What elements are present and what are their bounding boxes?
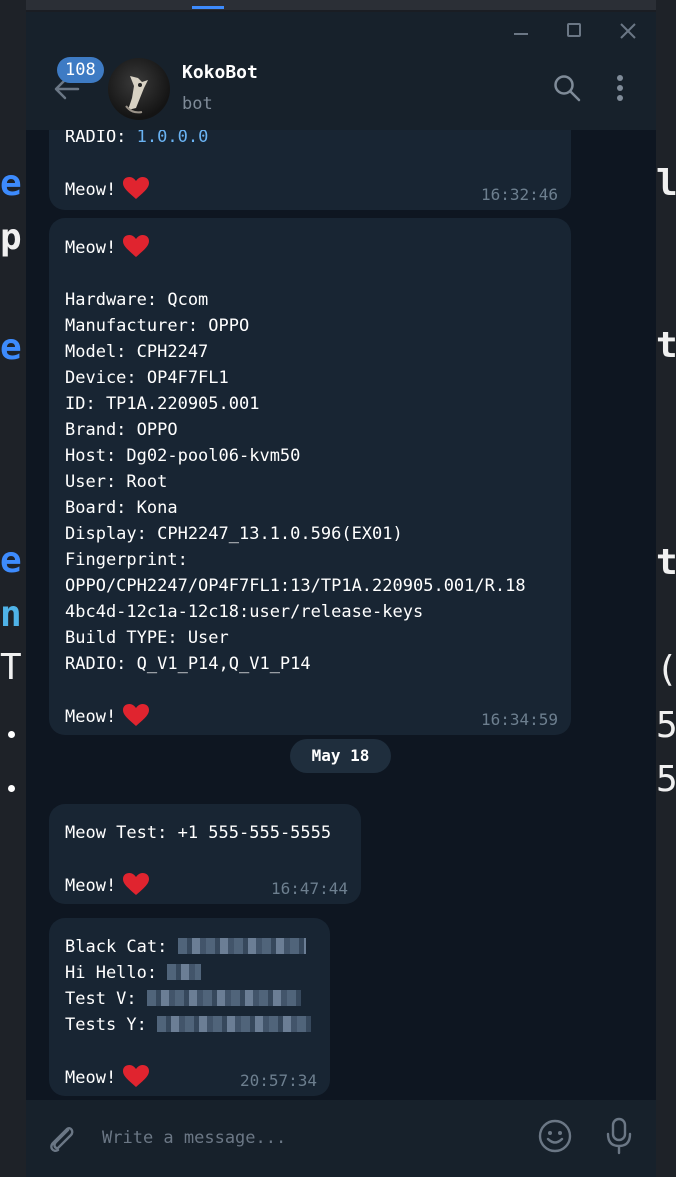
maximize-icon [567, 23, 581, 37]
message-line: Meow! [65, 707, 117, 727]
emoji-button[interactable] [537, 1118, 573, 1154]
background-text-fragment: ( [656, 649, 676, 690]
smiley-icon [538, 1119, 572, 1153]
background-window-right: l t t ( 5 5 [656, 0, 676, 1177]
attach-button[interactable] [44, 1120, 80, 1156]
message-line: RADIO: [65, 130, 137, 147]
search-icon [554, 75, 581, 102]
more-vertical-icon [617, 75, 623, 101]
background-text-fragment: n [0, 594, 22, 635]
message-bubble[interactable]: Black Cat: Hi Hello: Test V: Tests Y: Me… [49, 918, 330, 1096]
message-bubble[interactable]: RADIO: 1.0.0.0 Meow! 16:32:46 [49, 130, 571, 210]
phone-number[interactable]: +1 555-555-5555 [178, 823, 332, 843]
close-button[interactable] [617, 20, 639, 42]
message-line: Meow Test: [65, 823, 178, 843]
message-time: 16:34:59 [480, 710, 558, 729]
message-line: Tests Y: [65, 1015, 158, 1035]
title-bar [26, 12, 656, 50]
heart-icon [123, 177, 150, 199]
background-text-fragment: e [0, 327, 22, 368]
microphone-icon [606, 1117, 632, 1155]
voice-message-button[interactable] [604, 1116, 634, 1156]
message-bubble[interactable]: Meow Test: +1 555-555-5555 Meow! 16:47:4… [49, 804, 361, 904]
message-time: 16:32:46 [480, 185, 558, 204]
message-line: Meow! [65, 180, 117, 200]
background-text-fragment: e [0, 540, 22, 581]
message-time: 16:47:44 [270, 879, 348, 898]
background-tab-strip [0, 0, 676, 10]
background-text-fragment: l [656, 163, 676, 204]
message-line: Black Cat: [65, 937, 178, 957]
maximize-button[interactable] [563, 20, 585, 42]
message-line: Test V: [65, 989, 147, 1009]
message-list[interactable]: RADIO: 1.0.0.0 Meow! 16:32:46 Meow! Hard… [26, 130, 656, 1100]
redacted-value [146, 990, 301, 1006]
message-line: Hardware: Qcom Manufacturer: OPPO Model:… [65, 290, 526, 674]
redacted-value [177, 938, 306, 954]
background-text-fragment: 5 [656, 759, 676, 800]
background-bullet [8, 731, 15, 738]
background-text-fragment: e [0, 163, 22, 204]
heart-icon [123, 1065, 150, 1087]
background-text-fragment: t [656, 325, 676, 366]
background-text-fragment: p [0, 217, 22, 258]
unread-count-badge: 108 [57, 57, 104, 83]
search-button[interactable] [553, 74, 581, 102]
avatar[interactable] [108, 58, 170, 120]
message-line: Meow! [65, 1068, 117, 1088]
message-text: RADIO: 1.0.0.0 Meow! [65, 130, 208, 203]
background-text-fragment: 5 [656, 705, 676, 746]
minimize-icon [514, 33, 528, 35]
message-bubble[interactable]: Meow! Hardware: Qcom Manufacturer: OPPO … [49, 218, 571, 735]
chat-header: 108 KokoBot bot [26, 50, 656, 130]
background-active-tab-indicator [192, 6, 224, 9]
message-link[interactable]: 1.0.0.0 [137, 130, 209, 147]
telegram-window: 108 KokoBot bot RADIO: 1.0.0.0 Meow! 16:… [26, 12, 656, 1177]
background-text-fragment: T [0, 647, 22, 688]
message-line: Meow! [65, 238, 117, 258]
background-window-left: e p e e n T [0, 0, 26, 1177]
heart-icon [123, 704, 150, 726]
heart-icon [123, 873, 150, 895]
message-line: Hi Hello: [65, 963, 168, 983]
close-icon [620, 23, 636, 39]
chat-title[interactable]: KokoBot [182, 62, 258, 83]
redacted-value [157, 1016, 312, 1032]
message-composer [26, 1100, 656, 1177]
background-text-fragment: t [656, 542, 676, 583]
more-options-button[interactable] [610, 74, 630, 104]
message-input[interactable] [102, 1120, 522, 1156]
heart-icon [123, 235, 150, 257]
message-time: 20:57:34 [239, 1071, 317, 1090]
background-bullet [8, 785, 15, 792]
message-text: Black Cat: Hi Hello: Test V: Tests Y: Me… [65, 934, 312, 1091]
message-text: Meow! Hardware: Qcom Manufacturer: OPPO … [65, 234, 526, 730]
chat-status: bot [182, 94, 213, 114]
redacted-value [167, 964, 202, 980]
paperclip-icon [50, 1127, 74, 1152]
message-line: Meow! [65, 876, 117, 896]
cat-avatar-icon [125, 76, 148, 114]
date-separator: May 18 [290, 739, 391, 773]
minimize-button[interactable] [510, 20, 532, 42]
